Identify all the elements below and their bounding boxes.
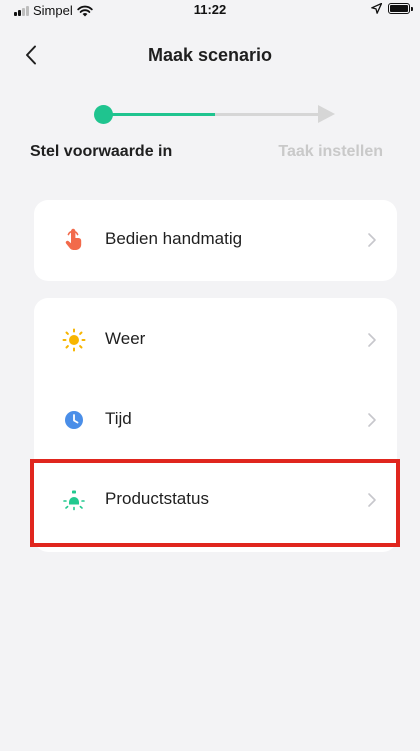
step-label-current: Stel voorwaarde in [30, 143, 173, 160]
stepper-active-line [103, 113, 215, 116]
nav-bar: Maak scenario [0, 36, 420, 76]
chevron-right-icon [368, 413, 376, 427]
hand-tap-icon [62, 228, 86, 252]
page-title: Maak scenario [147, 45, 273, 65]
stepper-current-dot [94, 105, 113, 124]
location-arrow-icon [371, 3, 382, 14]
chevron-right-icon [368, 493, 376, 507]
condition-item-product-status[interactable]: Productstatus [34, 460, 397, 540]
battery-icon [388, 3, 413, 14]
condition-label-time: Tijd [105, 409, 132, 428]
manual-control-item[interactable]: Bedien handmatig [34, 200, 397, 280]
manual-control-label: Bedien handmatig [105, 229, 243, 248]
stepper-inactive-line [215, 113, 319, 116]
clock-icon [62, 408, 86, 432]
status-right [371, 3, 413, 14]
conditions-card: Weer Tijd Productstatus [34, 298, 397, 552]
chevron-right-icon [368, 233, 376, 247]
condition-label-product-status: Productstatus [105, 489, 209, 508]
status-bar: Simpel 11:22 [0, 0, 420, 20]
step-label-next: Taak instellen [278, 143, 383, 160]
condition-item-weather[interactable]: Weer [34, 300, 397, 380]
chevron-right-icon [368, 333, 376, 347]
device-status-icon [62, 488, 86, 512]
progress-stepper [0, 100, 420, 130]
status-time: 11:22 [193, 2, 227, 17]
condition-item-time[interactable]: Tijd [34, 380, 397, 460]
sun-icon [62, 328, 86, 352]
manual-card: Bedien handmatig [34, 200, 397, 281]
condition-label-weather: Weer [105, 329, 146, 348]
stepper-arrow-icon [318, 105, 335, 123]
